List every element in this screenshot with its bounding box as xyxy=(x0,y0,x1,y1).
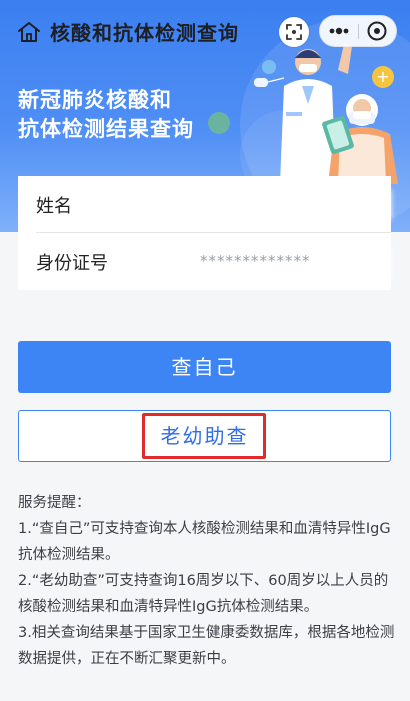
virus-icon xyxy=(208,112,230,134)
notes-item: 2.“老幼助查”可支持查询16周岁以下、60周岁以上人员的核酸检测结果和血清特异… xyxy=(18,573,389,615)
name-row[interactable]: 姓名 xyxy=(18,176,391,233)
home-icon[interactable] xyxy=(16,20,42,44)
more-icon[interactable] xyxy=(326,21,352,41)
id-number-label: 身份证号 xyxy=(36,253,108,274)
hero-title: 新冠肺炎核酸和 抗体检测结果查询 xyxy=(18,86,194,144)
hero-title-line-1: 新冠肺炎核酸和 xyxy=(18,88,172,112)
highlight-annotation xyxy=(142,413,266,459)
service-notes: 服务提醒： 1.“查自己”可支持查询本人核酸检测结果和血清特异性IgG抗体检测结… xyxy=(18,490,398,672)
scan-icon[interactable] xyxy=(279,17,309,47)
mini-program-capsule xyxy=(319,15,397,47)
privacy-blur xyxy=(345,190,391,220)
top-navigation-bar: 核酸和抗体检测查询 xyxy=(0,0,410,62)
hero-title-line-2: 抗体检测结果查询 xyxy=(18,117,194,141)
close-icon[interactable] xyxy=(366,20,388,42)
page-title: 核酸和抗体检测查询 xyxy=(50,21,239,45)
capsule-divider xyxy=(358,24,359,39)
id-number-row[interactable]: 身份证号 ************* xyxy=(18,233,391,290)
name-label: 姓名 xyxy=(36,196,72,217)
self-query-button[interactable]: 查自己 xyxy=(18,341,391,393)
notes-title: 服务提醒： xyxy=(18,495,91,511)
query-form: 姓名 身份证号 ************* xyxy=(18,176,391,290)
notes-item: 1.“查自己”可支持查询本人核酸检测结果和血清特异性IgG抗体检测结果。 xyxy=(18,521,391,563)
notes-item: 3.相关查询结果基于国家卫生健康委数据库，根据各地检测数据提供，正在不断汇聚更新… xyxy=(18,625,395,667)
privacy-blur xyxy=(345,247,391,277)
